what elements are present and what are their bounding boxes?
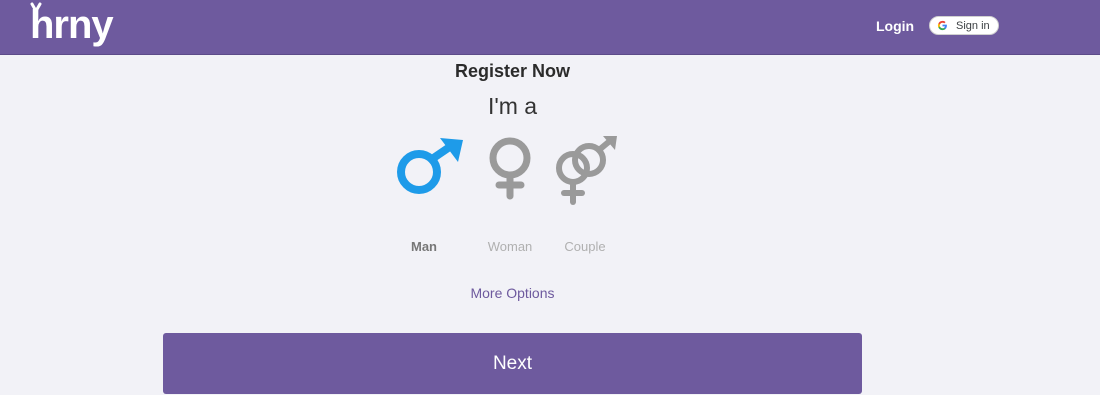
next-button[interactable]: Next <box>163 333 862 394</box>
logo-text: hrny <box>30 3 114 47</box>
gender-option-couple[interactable]: Couple <box>545 132 625 260</box>
female-symbol-icon <box>489 137 531 200</box>
more-options-link[interactable]: More Options <box>0 285 1025 301</box>
gender-label-woman: Woman <box>487 239 533 254</box>
gender-label-man: Man <box>411 239 437 254</box>
couple-symbol-icon <box>556 136 617 205</box>
male-symbol-icon <box>397 138 463 194</box>
i-am-a-heading: I'm a <box>487 93 538 119</box>
google-sign-in-button[interactable]: Sign in <box>929 16 999 35</box>
top-nav-bar: hrny Login Sign in <box>0 0 1100 55</box>
gender-option-woman[interactable]: Woman <box>470 132 550 260</box>
login-link[interactable]: Login <box>876 18 914 35</box>
register-title: Register Now <box>454 61 571 81</box>
gender-option-man[interactable]: Man <box>384 132 464 260</box>
gender-label-couple: Couple <box>564 239 606 254</box>
sign-in-label: Sign in <box>956 19 990 32</box>
hrny-logo[interactable]: hrny <box>30 2 126 50</box>
google-icon <box>937 20 947 31</box>
